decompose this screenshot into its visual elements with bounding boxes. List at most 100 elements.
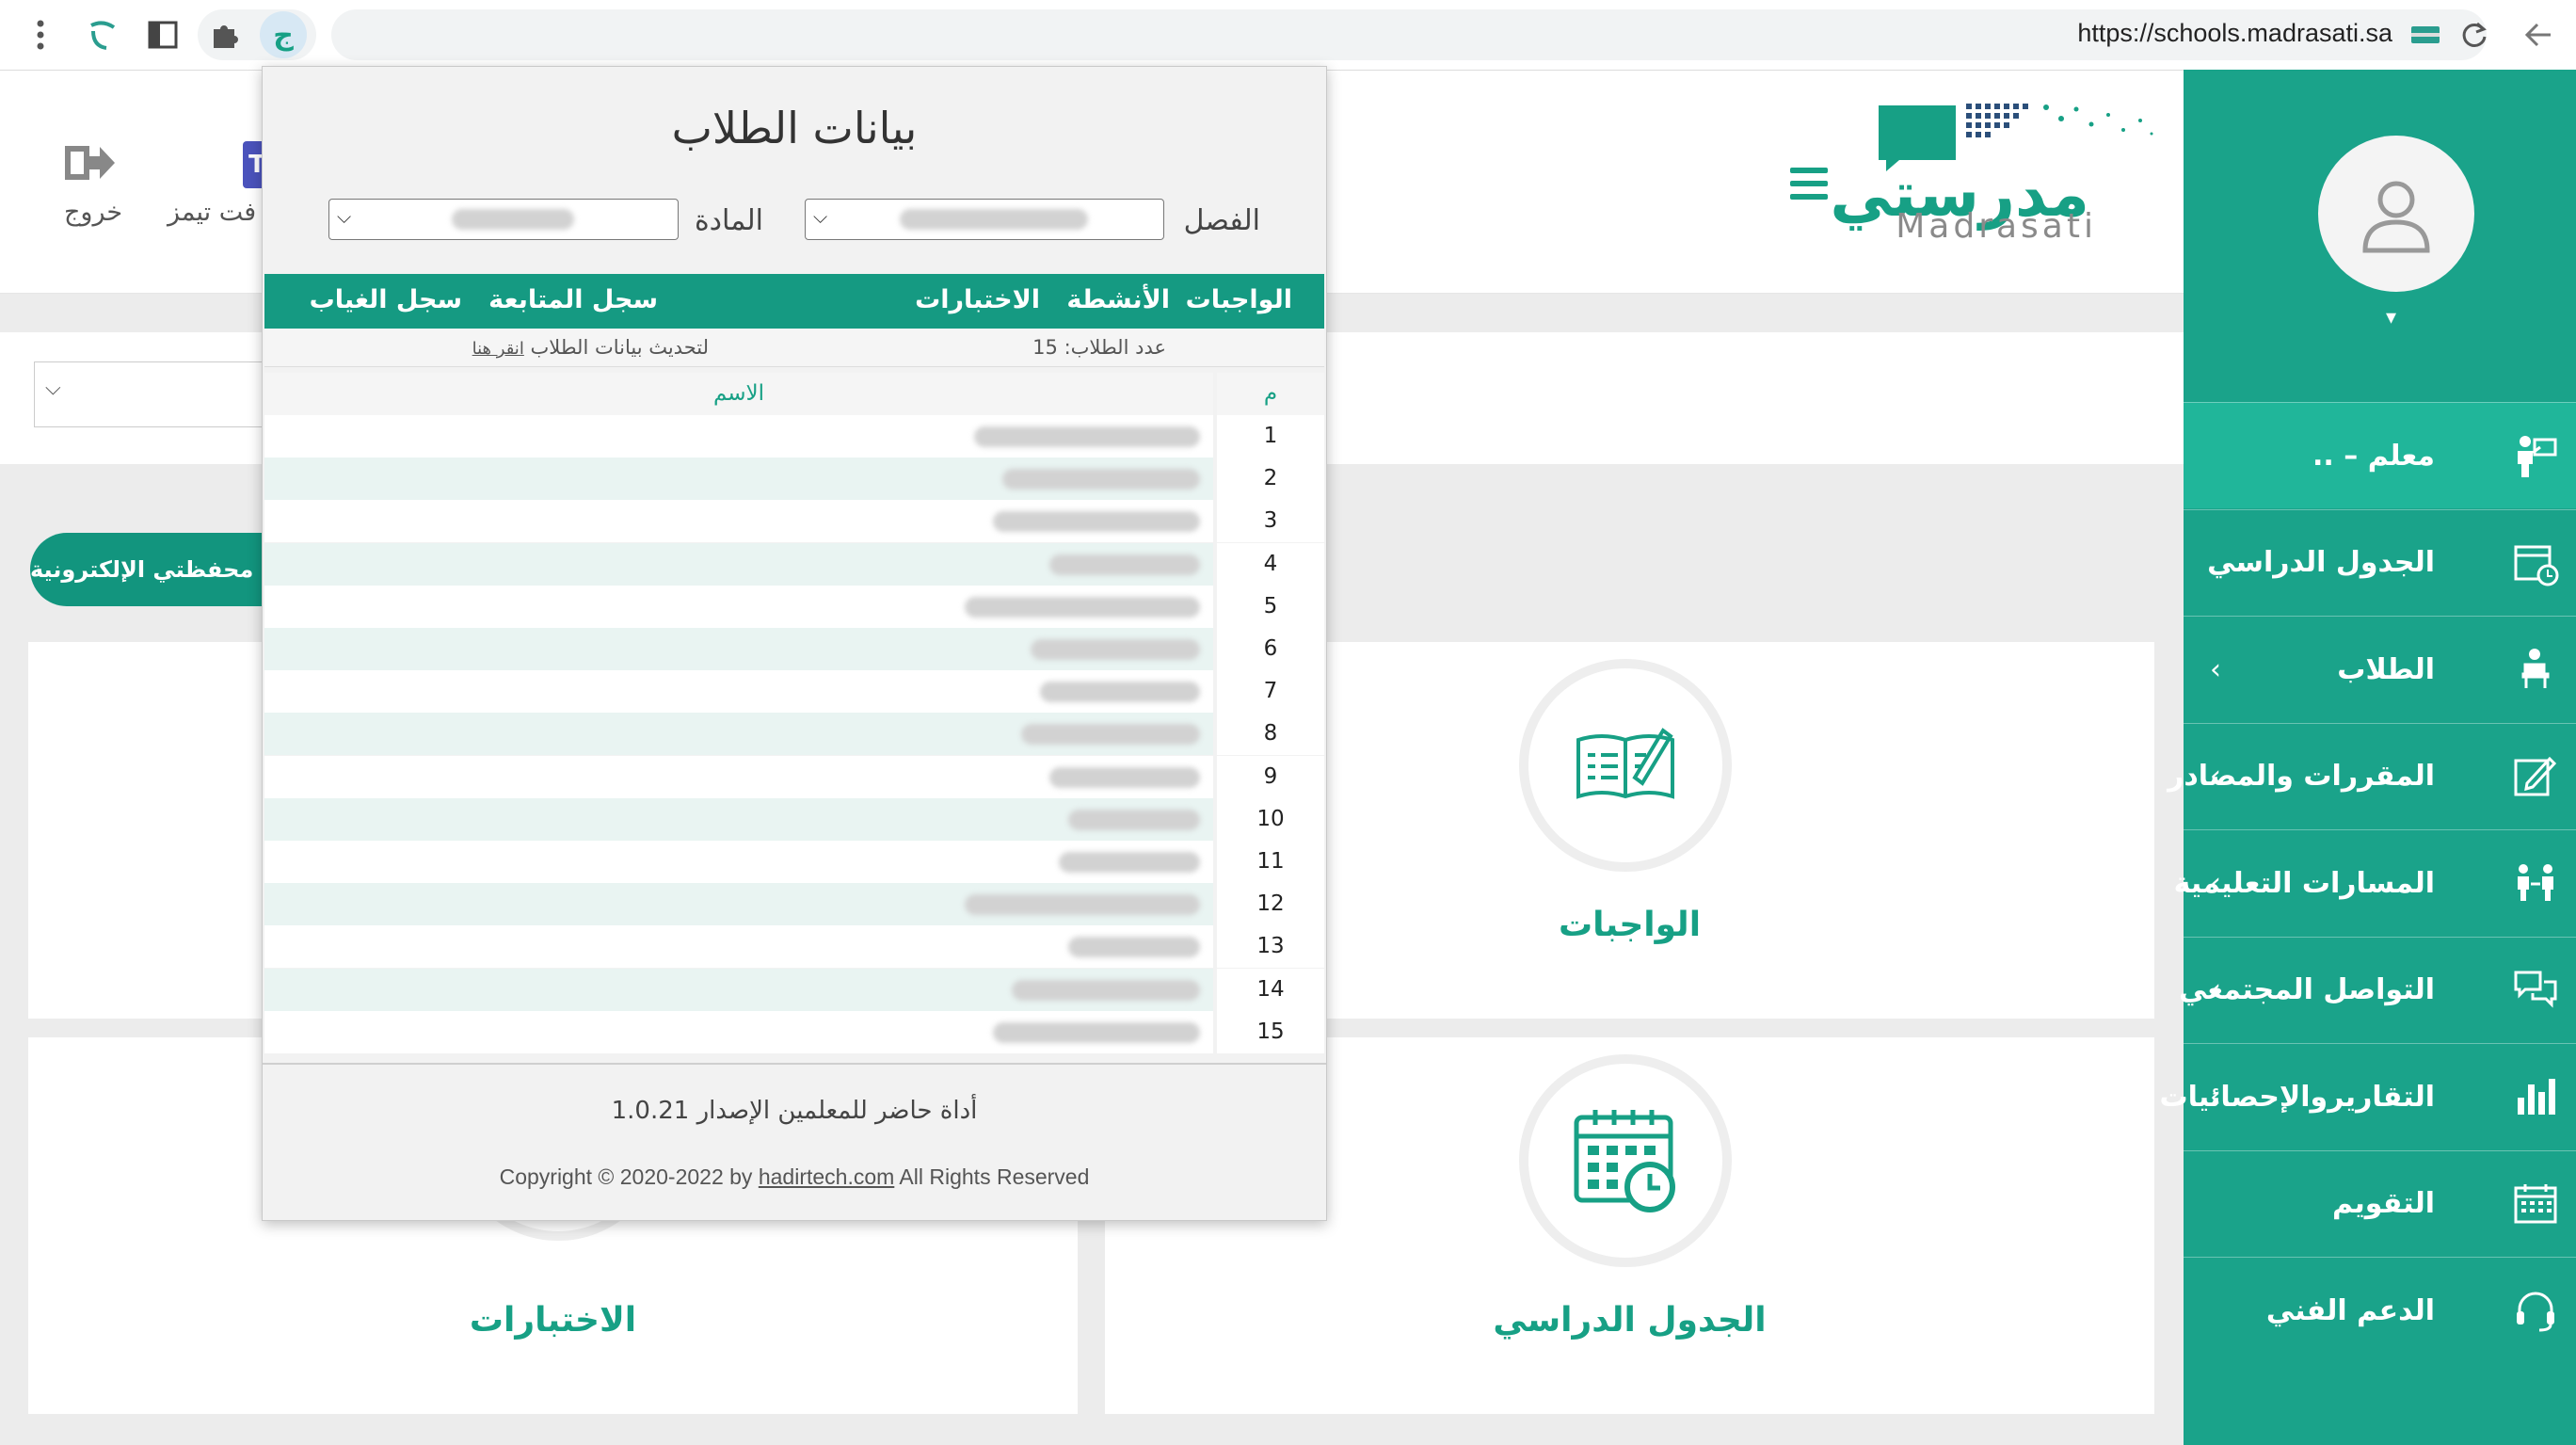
popup-info-bar: عدد الطلاب: 15 لتحديث بيانات الطلاب انقر… [264,329,1324,367]
url-text: https://schools.madrasati.sa [2077,19,2392,47]
table-row[interactable]: 8 [264,713,1324,756]
student-name-cell [264,755,1213,798]
col-name-header: الاسم [264,373,1213,415]
chevron-down-icon: ⌵ [813,205,828,228]
site-flag-icon [2411,26,2440,43]
row-number: 9 [1217,755,1324,798]
refresh-text: لتحديث بيانات الطلاب انقر هنا [472,336,709,359]
table-row[interactable]: 14 [264,968,1324,1011]
table-row[interactable]: 12 [264,883,1324,926]
redacted-name [1012,979,1200,1001]
refresh-link[interactable]: انقر هنا [472,339,524,359]
table-row[interactable]: 10 [264,797,1324,841]
schedule-card-icon [1519,1054,1732,1267]
version-text: أداة حاضر للمعلمين الإصدار 1.0.21 [611,1097,978,1125]
sidebar-item-4[interactable]: المقررات والمصادر ‹ [2168,722,2576,829]
copyright-suffix: All Rights Reserved [899,1164,1090,1189]
redacted-name [965,596,1200,618]
chevron-left-icon[interactable]: ‹ [2210,867,2221,900]
chevron-down-icon: ⌵ [45,377,61,400]
redacted-name [1002,469,1200,490]
calendar-grid-icon [2510,1179,2561,1229]
redacted-name [993,1021,1200,1043]
table-row[interactable]: 1 [264,415,1324,458]
redacted-name [1059,852,1200,873]
table-header: الاسم م [264,373,1324,415]
chat-bubbles-icon [2510,965,2561,1016]
extensions-puzzle-icon[interactable] [203,13,247,56]
sidebar-item-6[interactable]: التواصل المجتمعي ‹ [2179,936,2576,1043]
logout-label[interactable]: خروج [64,198,122,227]
popup-title: بيانات الطلاب [671,103,918,153]
student-name-cell [264,925,1213,969]
table-row[interactable]: 11 [264,841,1324,883]
teams-label[interactable]: فت تيمز [168,198,256,227]
students-icon [2510,644,2561,695]
sidebar-item-9[interactable]: الدعم الفني [2184,1257,2576,1363]
redacted-name [974,426,1200,447]
redacted-name [1068,809,1200,830]
table-row[interactable]: 5 [264,585,1324,628]
filter-select[interactable] [34,361,280,427]
copyright-prefix: Copyright © 2020-2022 by [499,1164,753,1189]
logout-icon[interactable] [58,139,124,190]
more-vert-icon[interactable] [19,13,62,56]
back-arrow-icon[interactable] [2517,13,2560,56]
chevron-left-icon[interactable]: ‹ [2210,653,2221,686]
redacted-name [1049,766,1200,788]
sidebar-item-2[interactable]: الجدول الدراسي [2184,508,2576,616]
sidebar-item-1[interactable]: معلم – .. [2184,402,2576,508]
address-bar[interactable]: https://schools.madrasati.sa [331,9,2487,60]
side-panel-icon[interactable] [141,13,184,56]
redacted-name [993,511,1200,533]
tab-followup[interactable]: سجل المتابعة [488,285,658,314]
student-name-cell [264,797,1213,841]
madrasati-logo[interactable]: مدرستي Madrasati [1830,98,2159,258]
table-row[interactable]: 9 [264,755,1324,798]
subject-select[interactable]: ⌵ [328,199,679,240]
tab-absence[interactable]: سجل الغياب [310,285,462,314]
homework-card-icon [1519,659,1732,872]
hadirtech-link[interactable]: hadirtech.com [759,1164,894,1189]
student-name-cell [264,458,1213,501]
schedule-calendar-icon [2510,538,2561,588]
table-row[interactable]: 7 [264,670,1324,714]
chevron-left-icon[interactable]: ‹ [2210,1081,2221,1114]
madrasati-ext-icon[interactable] [81,13,124,56]
tab-activities[interactable]: الأنشطة [1066,285,1170,314]
tab-exams[interactable]: الاختبارات [915,285,1040,314]
table-row[interactable]: 4 [264,542,1324,586]
table-row[interactable]: 6 [264,628,1324,670]
sidebar-item-5[interactable]: المسارات التعليمية ‹ [2174,829,2576,936]
popup-footer: أداة حاضر للمعلمين الإصدار 1.0.21 Copyri… [263,1063,1326,1220]
popup-nav: الواجبات الأنشطة الاختبارات سجل المتابعة… [264,274,1324,329]
table-row[interactable]: 3 [264,500,1324,543]
sidebar-item-3[interactable]: الطلاب ‹ [2184,616,2576,722]
refresh-prefix: لتحديث بيانات الطلاب [530,336,709,359]
reload-icon[interactable] [2453,13,2496,56]
avatar[interactable] [2318,136,2474,292]
table-row[interactable]: 15 [264,1010,1324,1053]
table-row[interactable]: 13 [264,925,1324,969]
redacted-name [1040,682,1200,703]
row-number: 15 [1217,1010,1324,1053]
class-select[interactable]: ⌵ [805,199,1164,240]
hamburger-menu-icon[interactable] [1790,168,1828,207]
table-row[interactable]: 2 [264,458,1324,501]
row-number: 7 [1217,670,1324,714]
exams-card-label: الاختبارات [469,1301,637,1340]
caret-down-icon[interactable]: ▾ [2386,306,2396,329]
col-num-header: م [1217,373,1324,415]
hadir-ext-icon[interactable]: ج [260,11,307,58]
tab-homework[interactable]: الواجبات [1186,285,1292,314]
row-number: 1 [1217,415,1324,458]
student-data-popup: بيانات الطلاب الفصل ⌵ المادة ⌵ الواجبات … [262,66,1327,1221]
sidebar-item-label: المقررات والمصادر [2168,760,2435,793]
sidebar-item-7[interactable]: التقاريروالإحصائيات ‹ [2160,1043,2576,1149]
teacher-icon [2510,430,2561,481]
chevron-left-icon[interactable]: ‹ [2210,760,2221,793]
row-number: 11 [1217,841,1324,883]
sidebar-item-label: التقاريروالإحصائيات [2159,1080,2436,1114]
chevron-left-icon[interactable]: ‹ [2210,973,2221,1006]
sidebar-item-8[interactable]: التقويم [2184,1149,2576,1257]
